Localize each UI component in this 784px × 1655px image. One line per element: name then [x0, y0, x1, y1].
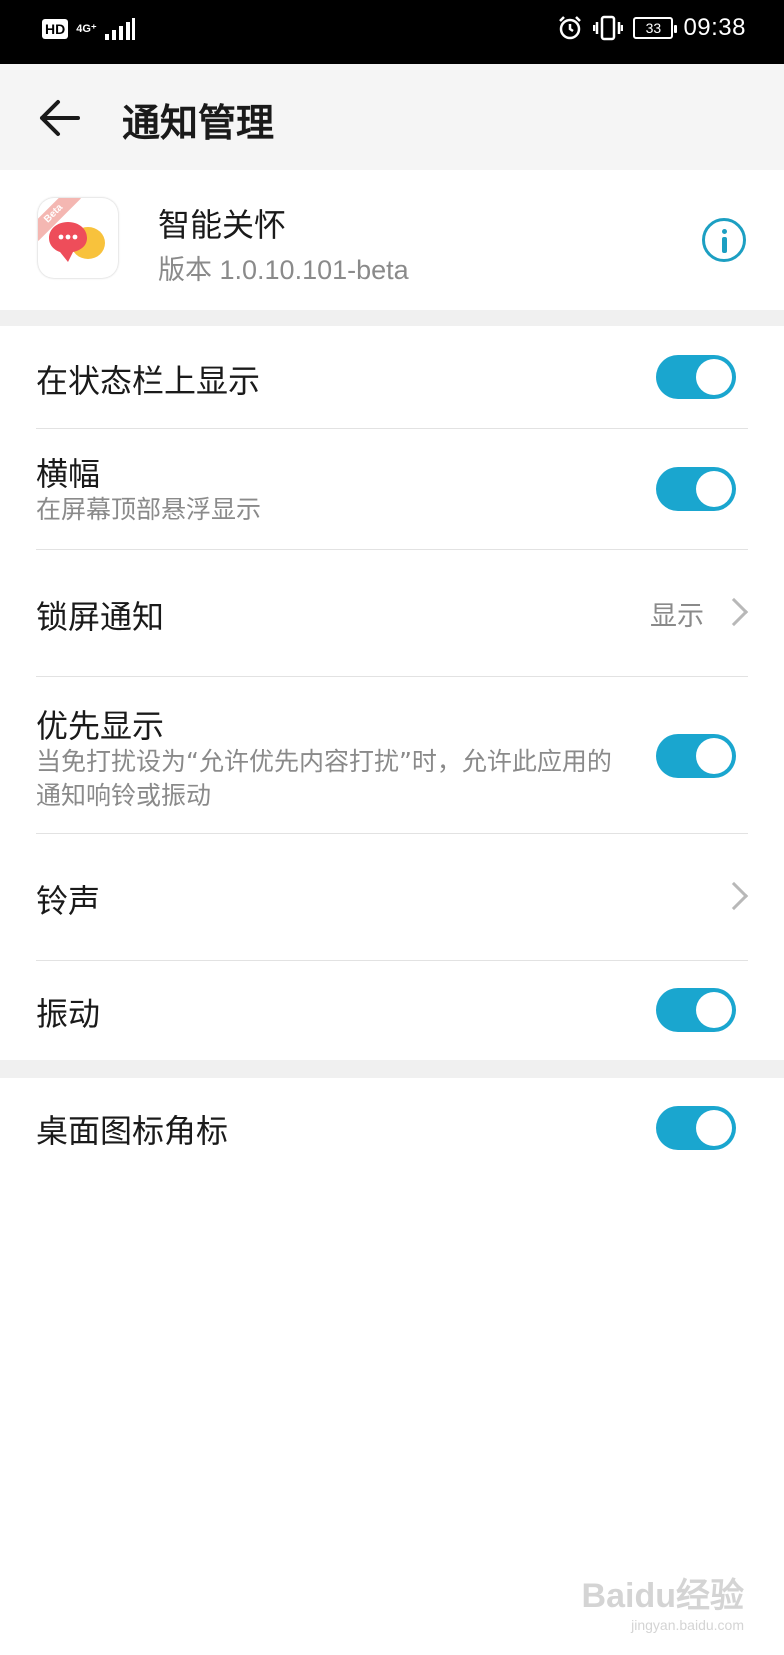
watermark-url: jingyan.baidu.com	[631, 1617, 744, 1633]
setting-row-ringtone[interactable]: 铃声	[0, 834, 784, 960]
vibrate-icon	[593, 15, 624, 41]
toggle-knob	[696, 738, 732, 774]
page-title: 通知管理	[122, 101, 275, 145]
setting-value: 显示	[650, 601, 704, 632]
setting-row-statusbar[interactable]: 在状态栏上显示	[0, 326, 784, 428]
setting-row-priority[interactable]: 优先显示 当免打扰设为“允许优先内容打扰”时，允许此应用的通知响铃或振动	[0, 677, 784, 833]
badge-toggle[interactable]	[656, 1106, 736, 1150]
vibration-toggle[interactable]	[656, 988, 736, 1032]
setting-row-vibration[interactable]: 振动	[0, 961, 784, 1060]
toggle-knob	[696, 359, 732, 395]
arrow-left-icon[interactable]	[36, 94, 84, 142]
info-icon[interactable]	[702, 218, 746, 262]
chevron-right-icon	[719, 881, 749, 911]
status-right: 33 09:38	[557, 14, 746, 42]
setting-label: 优先显示	[36, 707, 165, 745]
section-divider	[0, 310, 784, 326]
badge-settings-section: 桌面图标角标	[0, 1078, 784, 1178]
setting-subtitle: 在屏幕顶部悬浮显示	[36, 495, 262, 524]
setting-row-banner[interactable]: 横幅 在屏幕顶部悬浮显示	[0, 429, 784, 549]
section-divider	[0, 1060, 784, 1078]
watermark-logo: Baidu经验	[581, 1577, 744, 1615]
setting-label: 在状态栏上显示	[36, 362, 261, 400]
toggle-knob	[696, 1110, 732, 1146]
signal-icon	[104, 18, 135, 40]
alarm-icon	[559, 16, 582, 40]
setting-label: 锁屏通知	[36, 598, 165, 636]
app-bar: 通知管理	[0, 64, 784, 170]
battery-icon: 33	[633, 17, 678, 39]
watermark: Baidu经验 jingyan.baidu.com	[582, 1568, 744, 1633]
setting-subtitle: 当免打扰设为“允许优先内容打扰”时，允许此应用的通知响铃或振动	[36, 747, 612, 810]
setting-label: 桌面图标角标	[36, 1112, 229, 1150]
status-bar: HD 4G⁺ 33 09:38	[0, 0, 784, 64]
toggle-knob	[696, 992, 732, 1028]
clock: 09:38	[683, 14, 746, 41]
network-type: 4G⁺	[76, 22, 97, 35]
banner-toggle[interactable]	[656, 467, 736, 511]
app-version: 版本 1.0.10.101-beta	[158, 255, 409, 285]
app-name: 智能关怀	[158, 206, 287, 244]
status-left: HD 4G⁺	[42, 18, 135, 40]
notification-settings-section: 在状态栏上显示 横幅 在屏幕顶部悬浮显示 锁屏通知 显示 优先显示 当免打扰设为…	[0, 326, 784, 1060]
priority-toggle[interactable]	[656, 734, 736, 778]
toggle-knob	[696, 471, 732, 507]
app-info-card: Beta 智能关怀 版本 1.0.10.101-beta	[0, 170, 784, 310]
setting-label: 振动	[36, 995, 101, 1033]
setting-row-badge[interactable]: 桌面图标角标	[0, 1078, 784, 1178]
setting-label: 铃声	[36, 882, 101, 920]
setting-row-lockscreen[interactable]: 锁屏通知 显示	[0, 550, 784, 676]
chevron-right-icon	[719, 597, 749, 627]
hd-badge: HD	[42, 19, 69, 39]
statusbar-toggle[interactable]	[656, 355, 736, 399]
app-icon: Beta	[38, 198, 118, 278]
setting-label: 横幅	[36, 455, 101, 493]
